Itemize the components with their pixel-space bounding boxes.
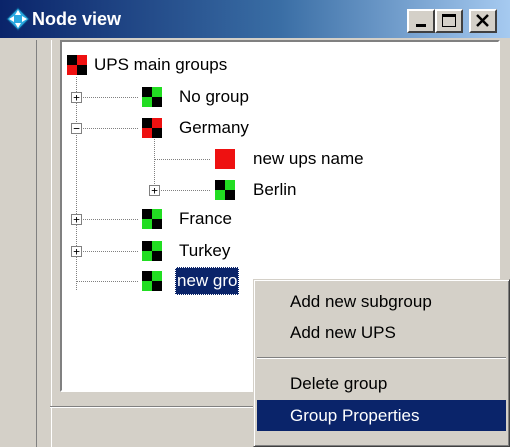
- menu-item-add-subgroup[interactable]: Add new subgroup: [257, 286, 506, 317]
- close-icon: [476, 14, 489, 27]
- menu-item-label: Delete group: [290, 374, 388, 393]
- menu-item-add-ups[interactable]: Add new UPS: [257, 317, 506, 348]
- tree-connector: [76, 281, 138, 282]
- tree-item-label-selected: new gro: [175, 267, 240, 295]
- tree-item-label: new ups name: [253, 149, 364, 168]
- tree-connector: [154, 159, 210, 160]
- menu-separator: [257, 357, 506, 359]
- close-button[interactable]: [469, 9, 497, 33]
- group-status-ok-icon: [142, 271, 162, 291]
- tree-item-label: Germany: [179, 118, 249, 137]
- tree-item-label: Berlin: [253, 180, 297, 199]
- window-title: Node view: [32, 9, 122, 29]
- tree-item-label: Turkey: [179, 241, 231, 260]
- expand-icon[interactable]: +: [71, 92, 82, 103]
- expand-icon[interactable]: +: [71, 246, 82, 257]
- menu-item-label: Add new subgroup: [290, 292, 432, 311]
- minimize-icon: [416, 24, 426, 27]
- title-bar[interactable]: Node view: [0, 0, 510, 38]
- tree-item-label: France: [179, 209, 232, 228]
- maximize-icon: [442, 14, 456, 27]
- group-status-ok-icon: [142, 87, 162, 107]
- group-status-ok-icon: [215, 180, 235, 200]
- tree-connector: [76, 251, 138, 252]
- group-status-ok-icon: [142, 241, 162, 261]
- menu-item-label: Add new UPS: [290, 323, 396, 342]
- tree-connector: [76, 97, 138, 98]
- menu-item-delete-group[interactable]: Delete group: [257, 368, 506, 399]
- maximize-button[interactable]: [435, 9, 463, 33]
- tree-item-label: No group: [179, 87, 249, 106]
- expand-icon[interactable]: +: [71, 214, 82, 225]
- menu-item-label: Group Properties: [290, 406, 420, 425]
- left-panel-edge: [36, 40, 52, 447]
- group-status-ok-icon: [142, 209, 162, 229]
- tree-connector: [76, 77, 77, 290]
- tree-connector: [76, 219, 138, 220]
- context-menu: Add new subgroup Add new UPS Delete grou…: [253, 279, 510, 447]
- diamond-arrows-icon: [6, 7, 30, 31]
- menu-item-group-properties[interactable]: Group Properties: [257, 400, 506, 431]
- tree-item-label: UPS main groups: [94, 55, 228, 74]
- expand-icon[interactable]: +: [149, 185, 160, 196]
- group-status-alarm-icon: [67, 55, 87, 75]
- collapse-icon[interactable]: −: [71, 123, 82, 134]
- tree-connector: [154, 190, 210, 191]
- group-status-alarm-icon: [142, 118, 162, 138]
- ups-status-alarm-icon: [215, 149, 235, 169]
- minimize-button[interactable]: [407, 9, 435, 33]
- node-view-window: Node view UPS main groups + No group − G…: [0, 0, 510, 447]
- tree-connector: [76, 128, 138, 129]
